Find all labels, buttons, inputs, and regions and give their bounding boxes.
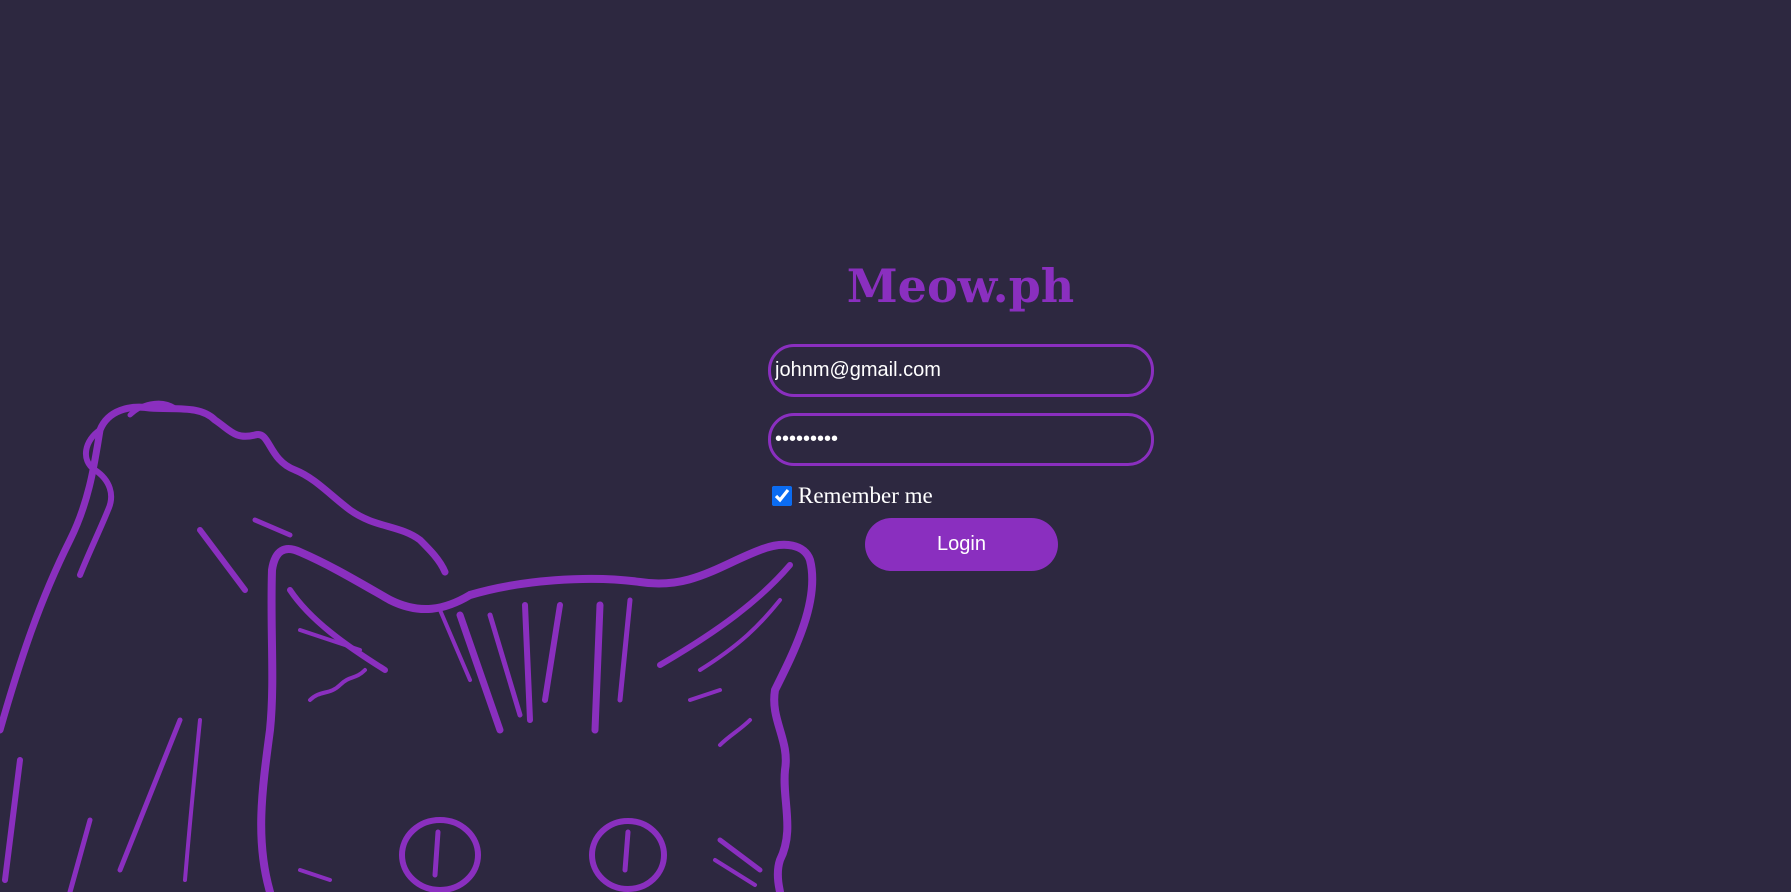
login-button[interactable]: Login (865, 518, 1058, 571)
password-field[interactable] (768, 413, 1154, 466)
email-field[interactable] (768, 344, 1154, 397)
remember-me-row[interactable]: Remember me (772, 482, 933, 510)
login-page: Meow.ph Remember me Login (0, 0, 1791, 892)
remember-me-checkbox[interactable] (772, 486, 792, 506)
remember-me-label: Remember me (798, 483, 933, 508)
cat-sketch-illustration (0, 400, 817, 892)
brand-title: Meow.ph (846, 259, 1075, 313)
